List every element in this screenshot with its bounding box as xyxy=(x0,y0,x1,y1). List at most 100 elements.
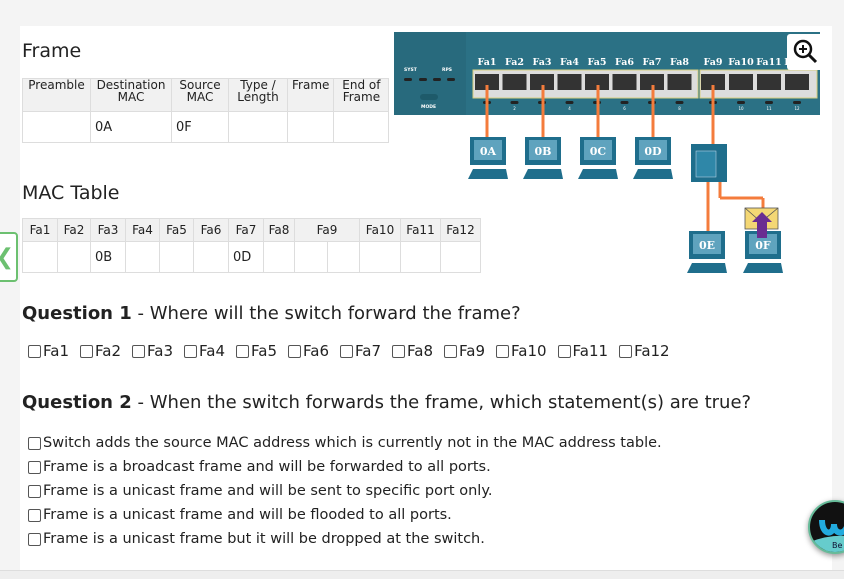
checkbox-icon[interactable] xyxy=(236,344,249,358)
option-label: Switch adds the source MAC address which… xyxy=(43,435,662,451)
q2-option-3[interactable]: Frame is a unicast frame and will be sen… xyxy=(28,479,662,503)
option-label: Fa6 xyxy=(303,342,329,360)
checkbox-icon[interactable] xyxy=(288,344,301,358)
q1-checkbox-fa7[interactable]: Fa7 xyxy=(340,342,381,360)
q2-option-5[interactable]: Frame is a unicast frame but it will be … xyxy=(28,527,662,551)
q1-checkbox-fa3[interactable]: Fa3 xyxy=(132,342,173,360)
assistant-logo-icon: Be xyxy=(810,519,844,552)
frame-header: Preamble xyxy=(22,78,91,112)
host-label: 0F xyxy=(755,239,771,252)
mac-header-fa1: Fa1 xyxy=(22,218,58,242)
q1-checkbox-fa5[interactable]: Fa5 xyxy=(236,342,277,360)
checkbox-icon[interactable] xyxy=(619,344,633,358)
port-fa8 xyxy=(667,74,692,90)
port-label-fa10: Fa10 xyxy=(728,57,754,68)
host-label: 0D xyxy=(644,145,662,158)
q1-checkbox-fa10[interactable]: Fa10 xyxy=(496,342,547,360)
q1-checkbox-fa8[interactable]: Fa8 xyxy=(392,342,433,360)
port-fa12 xyxy=(785,74,809,90)
checkbox-icon[interactable] xyxy=(340,344,353,358)
checkbox-icon[interactable] xyxy=(392,344,405,358)
mac-header-fa4: Fa4 xyxy=(125,218,160,242)
host-0b: 0B xyxy=(523,137,563,179)
port-number: 8 xyxy=(678,106,681,111)
checkbox-icon[interactable] xyxy=(496,344,509,358)
question-1-options: Fa1 Fa2 Fa3 Fa4 Fa5 Fa6 Fa7 Fa8 Fa9 Fa10 Fa11 Fa12 xyxy=(28,342,681,360)
port-number: 10 xyxy=(738,106,744,111)
q2-option-2[interactable]: Frame is a broadcast frame and will be f… xyxy=(28,455,662,479)
host-label: 0E xyxy=(699,239,715,252)
checkbox-icon[interactable] xyxy=(28,344,41,358)
mac-cell xyxy=(22,241,58,273)
option-label: Fa3 xyxy=(147,342,173,360)
q1-checkbox-fa12[interactable]: Fa12 xyxy=(619,342,670,360)
q1-checkbox-fa6[interactable]: Fa6 xyxy=(288,342,329,360)
q1-checkbox-fa4[interactable]: Fa4 xyxy=(184,342,225,360)
q1-checkbox-fa2[interactable]: Fa2 xyxy=(80,342,121,360)
frame-cell xyxy=(228,111,288,143)
option-label: Fa10 xyxy=(511,342,547,360)
port-number: 6 xyxy=(623,106,626,111)
question-2: Question 2 - When the switch forwards th… xyxy=(22,392,752,413)
led-label: SYST xyxy=(404,67,418,73)
option-label: Fa5 xyxy=(251,342,277,360)
port-label-fa2: Fa2 xyxy=(505,57,524,68)
option-label: Frame is a unicast frame and will be flo… xyxy=(43,507,452,523)
checkbox-icon[interactable] xyxy=(557,344,571,358)
hub xyxy=(691,144,727,182)
option-label: Frame is a unicast frame and will be sen… xyxy=(43,483,493,499)
checkbox-icon[interactable] xyxy=(184,344,197,358)
checkbox-icon[interactable] xyxy=(28,484,41,498)
port-number: 2 xyxy=(513,106,516,111)
option-label: Fa4 xyxy=(199,342,225,360)
zoom-in-button[interactable] xyxy=(787,34,823,70)
port-number: 4 xyxy=(568,106,571,111)
port-fa11 xyxy=(757,74,781,90)
option-label: Frame is a broadcast frame and will be f… xyxy=(43,459,491,475)
mac-cell xyxy=(57,241,91,273)
port-fa2 xyxy=(502,74,527,90)
mac-cell xyxy=(159,241,194,273)
frame-cell: 0A xyxy=(90,111,172,143)
mac-cell: 0D xyxy=(228,241,264,273)
question-2-options: Switch adds the source MAC address which… xyxy=(28,431,662,551)
option-label: Frame is a unicast frame but it will be … xyxy=(43,531,485,547)
checkbox-icon[interactable] xyxy=(444,344,457,358)
checkbox-icon[interactable] xyxy=(132,344,145,358)
port-label-fa4: Fa4 xyxy=(560,57,579,68)
q1-checkbox-fa11[interactable]: Fa11 xyxy=(557,342,608,360)
question-1: Question 1 - Where will the switch forwa… xyxy=(22,303,521,324)
port-label-fa9: Fa9 xyxy=(704,57,723,68)
q1-checkbox-fa1[interactable]: Fa1 xyxy=(28,342,69,360)
option-label: Fa7 xyxy=(355,342,381,360)
port-label-fa11: Fa11 xyxy=(756,57,782,68)
frame-cell xyxy=(22,111,91,143)
mac-cell xyxy=(125,241,160,273)
checkbox-icon[interactable] xyxy=(80,344,93,358)
mac-cell: 0B xyxy=(90,241,126,273)
q2-option-4[interactable]: Frame is a unicast frame and will be flo… xyxy=(28,503,662,527)
q1-checkbox-fa9[interactable]: Fa9 xyxy=(444,342,485,360)
back-button[interactable]: ❮ xyxy=(0,232,18,282)
frame-header: Destination MAC xyxy=(90,78,172,112)
option-label: Fa8 xyxy=(407,342,433,360)
host-label: 0B xyxy=(535,145,552,158)
frame-title: Frame xyxy=(22,40,82,62)
host-0d: 0D xyxy=(633,137,673,179)
port-label-fa5: Fa5 xyxy=(588,57,607,68)
host-0a: 0A xyxy=(468,137,508,179)
checkbox-icon[interactable] xyxy=(28,532,41,546)
mac-table-title: MAC Table xyxy=(22,182,120,204)
port-label-fa3: Fa3 xyxy=(533,57,552,68)
port-fa10 xyxy=(729,74,753,90)
mac-header-fa3: Fa3 xyxy=(90,218,126,242)
q2-option-1[interactable]: Switch adds the source MAC address which… xyxy=(28,431,662,455)
hosts: 0A 0B 0C 0D 0E 0F xyxy=(468,137,783,273)
checkbox-icon[interactable] xyxy=(28,508,41,522)
chevron-left-icon: ❮ xyxy=(0,245,14,270)
mac-header-fa5: Fa5 xyxy=(159,218,194,242)
port-label-fa1: Fa1 xyxy=(478,57,497,68)
frame-table: Preamble Destination MAC Source MAC Type… xyxy=(22,78,390,143)
checkbox-icon[interactable] xyxy=(28,436,41,450)
checkbox-icon[interactable] xyxy=(28,460,41,474)
